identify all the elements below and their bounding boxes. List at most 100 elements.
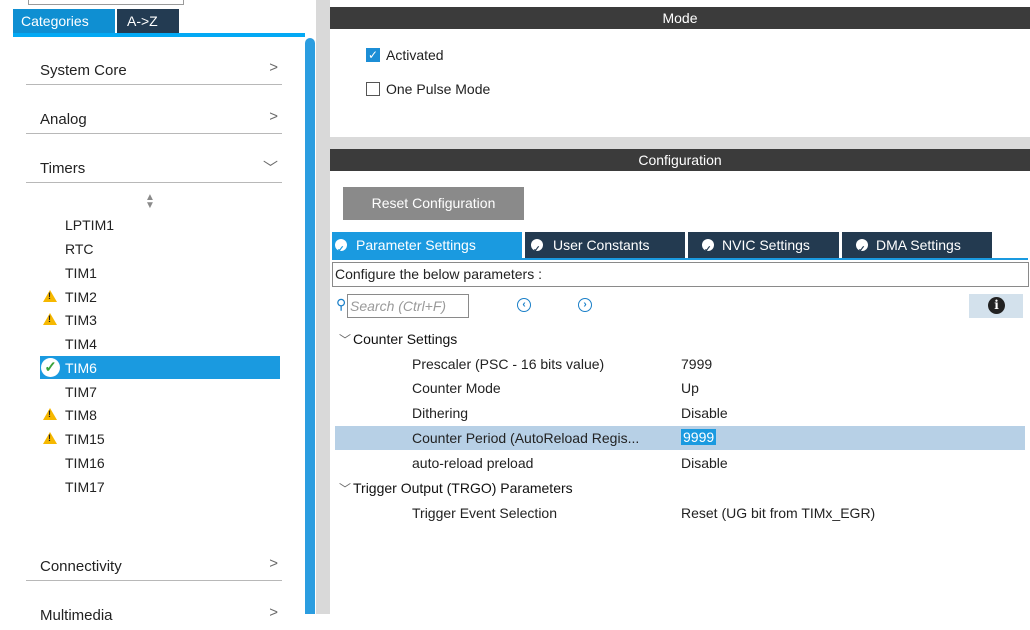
list-item-lptim1[interactable]: LPTIM1: [40, 213, 280, 236]
search-toolbar: ⚲ ‹ › i: [332, 294, 1028, 318]
chevron-down-icon: ﹀: [339, 482, 352, 496]
tab-label: DMA Settings: [876, 237, 961, 253]
panel-divider[interactable]: [316, 0, 330, 614]
list-item-tim16[interactable]: TIM16: [40, 451, 280, 474]
category-connectivity[interactable]: Connectivity >: [26, 549, 282, 581]
tab-categories[interactable]: Categories: [13, 9, 115, 33]
param-row-auto-reload-preload[interactable]: auto-reload preload Disable: [335, 451, 1025, 475]
timer-label: TIM7: [65, 384, 97, 400]
check-circle-icon: [702, 236, 714, 262]
param-value[interactable]: Disable: [681, 455, 728, 471]
group-label: Counter Settings: [353, 331, 458, 347]
left-scrollbar[interactable]: [305, 38, 315, 614]
chevron-right-icon: >: [269, 108, 278, 125]
param-name: auto-reload preload: [412, 455, 534, 471]
check-circle-icon: ✓: [41, 358, 60, 377]
category-system-core[interactable]: System Core >: [26, 53, 282, 85]
warning-icon: [43, 432, 57, 444]
check-circle-icon: [856, 236, 868, 262]
tab-nvic-settings[interactable]: NVIC Settings: [688, 232, 839, 262]
param-value-input[interactable]: 9999: [681, 429, 717, 445]
tab-underline: [332, 258, 1028, 260]
param-name: Counter Period (AutoReload Regis...: [412, 430, 640, 446]
timer-config-panel: Mode ✓ Activated One Pulse Mode Configur…: [330, 0, 1030, 614]
configuration-header: Configuration: [330, 149, 1030, 171]
check-circle-icon: [335, 236, 347, 262]
category-label: Multimedia: [40, 607, 113, 624]
param-name: Counter Mode: [412, 380, 501, 396]
param-value[interactable]: Disable: [681, 405, 728, 421]
param-row-dithering[interactable]: Dithering Disable: [335, 401, 1025, 425]
config-tab-bar: Parameter Settings User Constants NVIC S…: [332, 232, 1030, 262]
timer-label: TIM1: [65, 265, 97, 281]
timer-label: TIM6: [65, 360, 97, 376]
section-divider[interactable]: [330, 137, 1030, 149]
checkbox-label: One Pulse Mode: [386, 81, 491, 97]
tab-label: User Constants: [553, 237, 650, 253]
warning-icon: [43, 408, 57, 420]
check-circle-icon: [531, 236, 543, 262]
list-item-rtc[interactable]: RTC: [40, 237, 280, 260]
list-item-tim3[interactable]: TIM3: [40, 308, 280, 331]
list-item-tim6[interactable]: ✓ TIM6: [40, 356, 280, 379]
category-label: Analog: [40, 111, 87, 128]
previous-match-button[interactable]: ‹: [517, 298, 531, 312]
checkbox-unchecked-icon: [366, 82, 380, 96]
list-item-tim1[interactable]: TIM1: [40, 261, 280, 284]
warning-icon: [43, 290, 57, 302]
param-value[interactable]: Reset (UG bit from TIMx_EGR): [681, 505, 875, 521]
tab-parameter-settings[interactable]: Parameter Settings: [332, 232, 522, 262]
timer-label: LPTIM1: [65, 217, 115, 233]
top-field-stub: [28, 0, 184, 5]
category-tab-bar: Categories A->Z: [13, 9, 305, 37]
category-label: System Core: [40, 62, 127, 79]
list-item-tim17[interactable]: TIM17: [40, 475, 280, 498]
timer-label: TIM3: [65, 312, 97, 328]
category-label: Timers: [40, 160, 86, 177]
timer-label: TIM8: [65, 407, 97, 423]
info-button[interactable]: i: [969, 294, 1023, 318]
tab-a-to-z[interactable]: A->Z: [117, 9, 179, 33]
list-item-tim7[interactable]: TIM7: [40, 380, 280, 403]
param-value[interactable]: 7999: [681, 356, 712, 372]
chevron-right-icon: >: [269, 604, 278, 621]
list-item-tim2[interactable]: TIM2: [40, 285, 280, 308]
sort-icon[interactable]: ▲ ▼: [145, 193, 155, 211]
param-row-trigger-event[interactable]: Trigger Event Selection Reset (UG bit fr…: [335, 501, 1025, 525]
reset-configuration-button[interactable]: Reset Configuration: [343, 187, 524, 220]
timer-label: TIM4: [65, 336, 97, 352]
timer-label: RTC: [65, 241, 94, 257]
list-item-tim15[interactable]: TIM15: [40, 427, 280, 450]
timer-label: TIM2: [65, 289, 97, 305]
param-name: Trigger Event Selection: [412, 505, 557, 521]
tab-label: NVIC Settings: [722, 237, 810, 253]
param-name: Prescaler (PSC - 16 bits value): [412, 356, 605, 372]
tab-user-constants[interactable]: User Constants: [525, 232, 685, 262]
timer-label: TIM16: [65, 455, 105, 471]
group-counter-settings[interactable]: ﹀ Counter Settings: [339, 331, 457, 348]
param-row-prescaler[interactable]: Prescaler (PSC - 16 bits value) 7999: [335, 352, 1025, 376]
param-row-counter-mode[interactable]: Counter Mode Up: [335, 376, 1025, 400]
timer-label: TIM15: [65, 431, 105, 447]
category-label: Connectivity: [40, 558, 122, 575]
info-icon: i: [988, 297, 1005, 314]
tab-label: Parameter Settings: [356, 237, 476, 253]
mode-header: Mode: [330, 7, 1030, 29]
group-trigger-output[interactable]: ﹀ Trigger Output (TRGO) Parameters: [339, 480, 573, 497]
list-item-tim8[interactable]: TIM8: [40, 403, 280, 426]
tab-dma-settings[interactable]: DMA Settings: [842, 232, 992, 262]
timer-label: TIM17: [65, 479, 105, 495]
categories-panel: Categories A->Z System Core > Analog > T…: [0, 0, 318, 624]
category-timers[interactable]: Timers ﹀: [26, 151, 282, 183]
chevron-right-icon: >: [269, 59, 278, 76]
checkbox-checked-icon: ✓: [366, 48, 380, 62]
group-label: Trigger Output (TRGO) Parameters: [353, 480, 573, 496]
search-icon: ⚲: [336, 296, 347, 312]
category-analog[interactable]: Analog >: [26, 102, 282, 134]
next-match-button[interactable]: ›: [578, 298, 592, 312]
category-multimedia[interactable]: Multimedia >: [26, 598, 282, 630]
param-row-counter-period[interactable]: Counter Period (AutoReload Regis... 9999: [335, 426, 1025, 450]
search-input[interactable]: [347, 294, 469, 318]
param-value[interactable]: Up: [681, 380, 699, 396]
list-item-tim4[interactable]: TIM4: [40, 332, 280, 355]
